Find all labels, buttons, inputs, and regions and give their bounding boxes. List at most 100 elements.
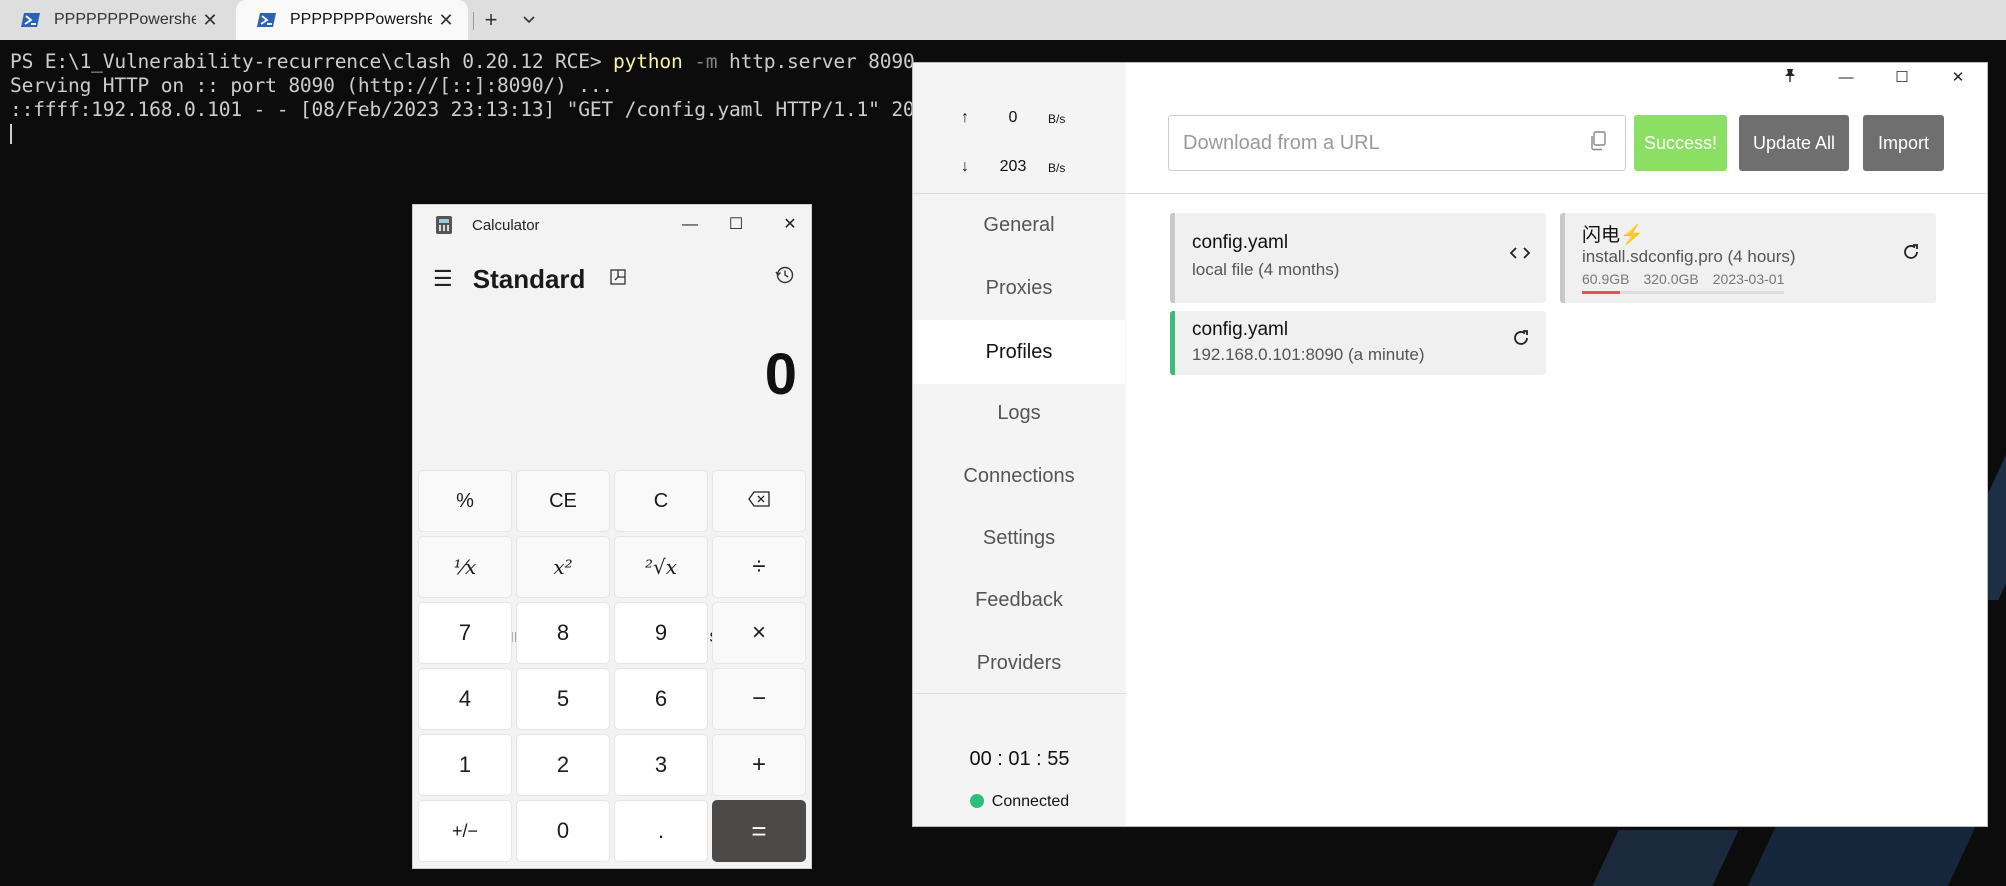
connection-status: Connected xyxy=(913,793,1126,811)
sidebar-item-settings[interactable]: Settings xyxy=(913,508,1125,568)
tab-powershell-2[interactable]: PPPPPPPPowershell ✕ xyxy=(236,0,468,40)
sidebar-item-feedback[interactable]: Feedback xyxy=(913,570,1125,630)
sidebar-item-providers[interactable]: Providers xyxy=(913,633,1125,693)
minimize-button[interactable]: — xyxy=(667,205,713,245)
upload-unit: B/s xyxy=(1048,112,1066,126)
percent-button[interactable]: % xyxy=(418,470,512,532)
calculator-mode-bar: ☰ Standard xyxy=(413,253,811,305)
traffic-used: 60.9GB xyxy=(1582,271,1630,287)
keep-on-top-icon[interactable] xyxy=(609,268,627,291)
sidebar-item-proxies[interactable]: Proxies xyxy=(913,258,1125,318)
reciprocal-button[interactable]: ¹⁄x xyxy=(418,536,512,598)
chevron-down-icon[interactable] xyxy=(518,0,540,40)
calculator-window: Calculator — ☐ ✕ ☰ Standard 0 MC MR M+ M… xyxy=(412,204,812,869)
close-button[interactable]: ✕ xyxy=(1935,63,1981,93)
profile-name: config.yaml xyxy=(1192,319,1289,340)
mode-title: Standard xyxy=(472,263,586,294)
clash-titlebar[interactable]: — ☐ ✕ xyxy=(913,63,1987,93)
digit-5-button[interactable]: 5 xyxy=(516,668,610,730)
digit-9-button[interactable]: 9 xyxy=(614,602,708,664)
terminal-tab-bar: PPPPPPPPowershell ✕ PPPPPPPPowershell ✕ … xyxy=(0,0,2006,40)
sidebar-item-general[interactable]: General xyxy=(913,195,1125,255)
profile-card[interactable]: config.yaml 192.168.0.101:8090 (a minute… xyxy=(1170,311,1546,375)
equals-button[interactable]: = xyxy=(712,800,806,862)
decimal-button[interactable]: . xyxy=(614,800,708,862)
clear-entry-button[interactable]: CE xyxy=(516,470,610,532)
profile-indicator-active xyxy=(1170,311,1175,375)
command-args: http.server 8090 xyxy=(717,50,915,73)
tab-label: PPPPPPPPowershell xyxy=(290,11,432,28)
sidebar-item-profiles[interactable]: Profiles xyxy=(913,320,1125,384)
profile-source: local file (4 months) xyxy=(1192,260,1340,279)
calculator-titlebar[interactable]: Calculator — ☐ ✕ xyxy=(413,205,811,245)
status-label: Connected xyxy=(991,793,1070,810)
refresh-icon[interactable] xyxy=(1902,243,1920,267)
profile-source: 192.168.0.101:8090 (a minute) xyxy=(1192,345,1425,364)
close-button[interactable]: ✕ xyxy=(767,205,811,245)
close-icon[interactable]: ✕ xyxy=(432,10,460,31)
divide-button[interactable]: ÷ xyxy=(712,536,806,598)
calculator-display: 0 xyxy=(764,342,797,407)
minimize-button[interactable]: — xyxy=(1823,63,1869,93)
tab-label: PPPPPPPPowershell xyxy=(54,11,196,28)
profile-source: install.sdconfig.pro (4 hours) xyxy=(1582,247,1796,266)
digit-6-button[interactable]: 6 xyxy=(614,668,708,730)
close-icon[interactable]: ✕ xyxy=(196,10,224,31)
digit-0-button[interactable]: 0 xyxy=(516,800,610,862)
negate-button[interactable]: +/− xyxy=(418,800,512,862)
clear-button[interactable]: C xyxy=(614,470,708,532)
tab-divider xyxy=(473,12,474,30)
divider xyxy=(913,193,1126,194)
profile-indicator xyxy=(1170,213,1175,303)
import-button[interactable]: Import xyxy=(1863,115,1944,171)
prompt-text: PS E:\1_Vulnerability-recurrence\clash 0… xyxy=(10,50,614,73)
backspace-button[interactable] xyxy=(712,470,806,532)
window-title: Calculator xyxy=(472,216,540,234)
maximize-button[interactable]: ☐ xyxy=(713,205,759,245)
sidebar-item-connections[interactable]: Connections xyxy=(913,446,1125,506)
download-speed: ↓ 203 B/s xyxy=(913,154,1126,184)
divider xyxy=(913,693,1126,694)
code-edit-icon[interactable] xyxy=(1509,243,1531,266)
traffic-usage-fill xyxy=(1582,291,1621,294)
history-icon[interactable] xyxy=(775,265,795,291)
refresh-icon[interactable] xyxy=(1512,329,1530,353)
update-all-button[interactable]: Update All xyxy=(1739,115,1849,171)
subtract-button[interactable]: − xyxy=(712,668,806,730)
square-root-button[interactable]: ²√x xyxy=(614,536,708,598)
profile-card[interactable]: config.yaml local file (4 months) xyxy=(1170,213,1546,303)
sidebar-item-logs[interactable]: Logs xyxy=(913,383,1125,443)
new-tab-button[interactable]: + xyxy=(478,0,504,40)
traffic-usage-bar xyxy=(1582,291,1784,294)
divider xyxy=(1126,193,1987,194)
digit-4-button[interactable]: 4 xyxy=(418,668,512,730)
add-button[interactable]: + xyxy=(712,734,806,796)
terminal-line: ::ffff:192.168.0.101 - - [08/Feb/2023 23… xyxy=(10,98,950,121)
upload-speed: ↑ 0 B/s xyxy=(913,105,1126,135)
square-button[interactable]: x² xyxy=(516,536,610,598)
clash-window: ↑ 0 B/s ↓ 203 B/s General Proxies Profil… xyxy=(912,62,1988,827)
profile-traffic-stats: 60.9GB 320.0GB 2023-03-01 xyxy=(1582,271,1798,287)
paste-icon[interactable] xyxy=(1589,131,1607,156)
maximize-button[interactable]: ☐ xyxy=(1879,63,1925,93)
pin-icon[interactable] xyxy=(1767,63,1813,93)
digit-7-button[interactable]: 7 xyxy=(418,602,512,664)
download-value: 203 xyxy=(999,158,1027,175)
command-text: python xyxy=(613,50,683,73)
digit-3-button[interactable]: 3 xyxy=(614,734,708,796)
hamburger-menu-icon[interactable]: ☰ xyxy=(433,266,453,292)
tab-powershell-1[interactable]: PPPPPPPPowershell ✕ xyxy=(0,0,232,40)
command-flag: -m xyxy=(682,50,718,73)
download-status-button[interactable]: Success! xyxy=(1634,115,1727,171)
digit-2-button[interactable]: 2 xyxy=(516,734,610,796)
wallpaper-shape xyxy=(1581,830,1739,886)
download-arrow-icon: ↓ xyxy=(961,158,969,175)
digit-8-button[interactable]: 8 xyxy=(516,602,610,664)
download-url-input[interactable] xyxy=(1168,115,1626,171)
terminal-line: PS E:\1_Vulnerability-recurrence\clash 0… xyxy=(10,50,915,73)
digit-1-button[interactable]: 1 xyxy=(418,734,512,796)
sidebar: ↑ 0 B/s ↓ 203 B/s General Proxies Profil… xyxy=(913,63,1126,826)
multiply-button[interactable]: × xyxy=(712,602,806,664)
profile-card[interactable]: 闪电⚡ install.sdconfig.pro (4 hours) 60.9G… xyxy=(1560,213,1936,303)
powershell-icon xyxy=(256,12,278,28)
